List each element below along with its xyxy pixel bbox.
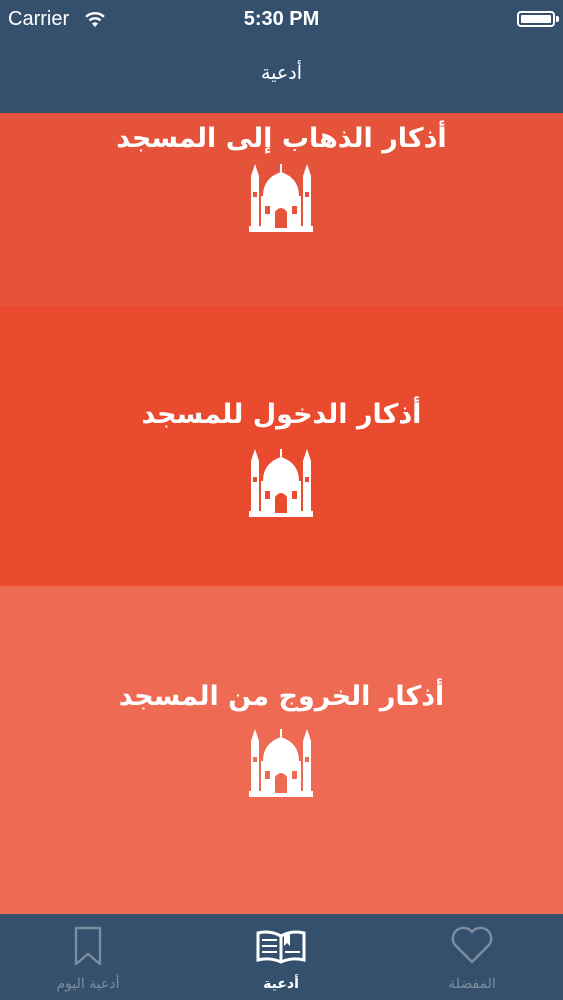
tab-bar: المفضلة أدعية أدعية اليوم xyxy=(0,914,563,1000)
card-leaving-mosque[interactable]: أذكار الخروج من المسجد xyxy=(0,586,563,914)
navigation-header: Carrier 5:30 PM أدعية xyxy=(0,0,563,113)
mosque-icon xyxy=(249,729,313,797)
page-title: أدعية xyxy=(261,62,302,84)
tab-favorites[interactable]: المفضلة xyxy=(392,914,552,1000)
mosque-icon xyxy=(249,164,313,232)
tab-label: أدعية xyxy=(263,976,299,992)
tab-label: أدعية اليوم xyxy=(56,976,120,992)
card-title: أذكار الخروج من المسجد xyxy=(118,681,445,712)
clock-time: 5:30 PM xyxy=(243,8,320,30)
tab-today-duas[interactable]: أدعية اليوم xyxy=(8,914,168,1000)
heart-icon xyxy=(451,926,493,964)
card-entering-mosque[interactable]: أذكار الدخول للمسجد xyxy=(0,306,563,586)
card-going-to-mosque[interactable]: أذكار الذهاب إلى المسجد xyxy=(0,113,563,306)
bookmark-icon xyxy=(74,926,102,966)
open-book-icon xyxy=(256,930,306,964)
status-bar: Carrier 5:30 PM xyxy=(0,0,563,40)
tab-label: المفضلة xyxy=(448,976,496,992)
battery-icon xyxy=(517,11,559,27)
tab-duas[interactable]: أدعية xyxy=(201,914,361,1000)
mosque-icon xyxy=(249,449,313,517)
card-title: أذكار الدخول للمسجد xyxy=(141,399,422,430)
card-title: أذكار الذهاب إلى المسجد xyxy=(116,123,447,154)
